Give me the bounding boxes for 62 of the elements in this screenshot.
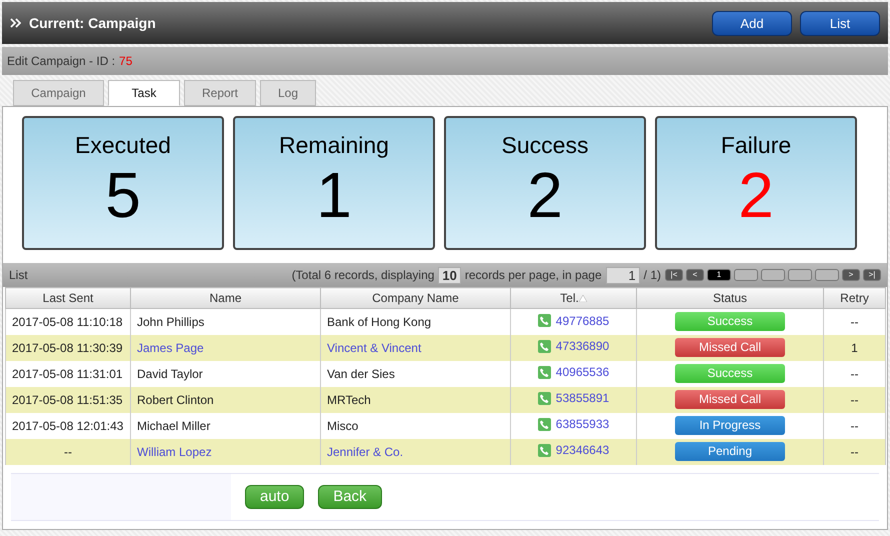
status-badge: Pending [675, 442, 785, 461]
column-header[interactable]: Retry [824, 288, 886, 308]
per-page-field[interactable]: 10 [438, 266, 461, 284]
table-cell: William Lopez [130, 438, 320, 464]
pager-nav-button[interactable]: > [842, 269, 860, 281]
stat-value: 1 [316, 159, 352, 231]
page-button[interactable] [761, 269, 785, 281]
column-header[interactable]: Last Sent [6, 288, 130, 308]
column-header[interactable]: Status [636, 288, 824, 308]
tab[interactable]: Campaign [13, 80, 104, 106]
header-button[interactable]: List [800, 10, 880, 36]
table-cell: Jennifer & Co. [320, 438, 510, 464]
page-button[interactable] [815, 269, 839, 281]
stat-label: Executed [75, 132, 171, 159]
phone-icon [538, 444, 551, 457]
page-button[interactable] [734, 269, 758, 281]
column-header[interactable]: Company Name [320, 288, 510, 308]
phone-number[interactable]: 40965536 [556, 365, 610, 380]
status-badge: Success [675, 312, 785, 332]
stat-label: Failure [720, 132, 792, 159]
summary-text: records per page, in page [464, 268, 602, 282]
status-badge: Missed Call [675, 338, 785, 357]
stat-value: 5 [105, 159, 141, 231]
phone-icon [538, 418, 551, 431]
stat-value: 2 [527, 159, 563, 231]
table-cell: -- [6, 438, 130, 464]
page-button[interactable]: 1 [707, 269, 731, 281]
status-badge: Missed Call [675, 390, 785, 409]
pager-nav-button[interactable]: |< [665, 269, 683, 281]
summary-text: (Total 6 records, displaying [292, 268, 434, 282]
page-field[interactable]: 1 [606, 266, 640, 284]
status-badge: Success [675, 364, 785, 383]
tab[interactable]: Report [184, 80, 256, 106]
stat-value: 2 [738, 159, 774, 231]
phone-icon [538, 366, 551, 379]
summary-text: / 1) [644, 268, 661, 282]
tab[interactable]: Log [260, 80, 316, 106]
stat-label: Remaining [279, 132, 389, 159]
page-button[interactable] [788, 269, 812, 281]
phone-number[interactable]: 53855891 [556, 391, 610, 406]
phone-number[interactable]: 47336890 [556, 339, 610, 354]
double-chevron-icon [10, 18, 21, 28]
edit-label: Edit Campaign - ID : [7, 54, 116, 68]
status-badge: In Progress [675, 416, 785, 435]
pager-nav-button[interactable]: < [686, 269, 704, 281]
phone-number[interactable]: 49776885 [556, 314, 610, 328]
phone-icon [538, 392, 551, 405]
phone-number[interactable]: 92346643 [556, 443, 610, 458]
campaign-id: 75 [119, 54, 132, 68]
phone-icon [538, 340, 551, 353]
pager-nav-button[interactable]: >| [863, 269, 881, 281]
tab[interactable]: Task [108, 80, 180, 106]
phone-icon [538, 314, 551, 327]
stat-label: Success [502, 132, 588, 159]
header-button[interactable]: Add [712, 10, 792, 36]
page-title: Current: Campaign [29, 15, 157, 31]
column-header[interactable]: Tel. [510, 288, 636, 308]
list-title: List [9, 268, 29, 282]
column-header[interactable]: Name [130, 288, 320, 308]
sort-arrow-icon [578, 295, 587, 302]
phone-number[interactable]: 63855933 [556, 417, 610, 432]
table-cell: -- [824, 438, 886, 464]
